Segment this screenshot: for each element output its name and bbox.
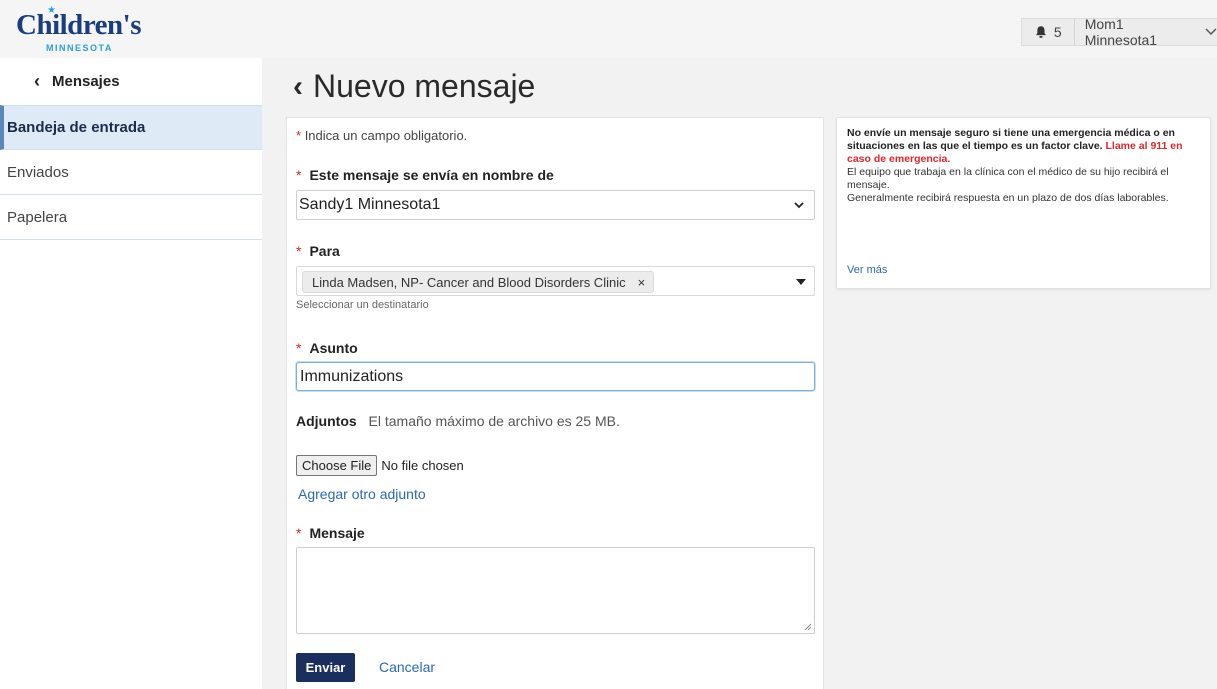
- childrens-minnesota-logo[interactable]: ★ Children's MINNESOTA: [14, 6, 154, 54]
- on-behalf-label-text: Este mensaje se envía en nombre de: [309, 167, 554, 183]
- info-line-team: El equipo que trabaja en la clínica con …: [847, 166, 1169, 191]
- user-menu[interactable]: 5 Mom1 Minnesota1: [1021, 16, 1217, 48]
- page-title: ‹ Nuevo mensaje: [293, 68, 535, 105]
- bell-icon[interactable]: [1034, 25, 1048, 39]
- message-label: * Mensaje: [296, 525, 365, 541]
- on-behalf-label: * Este mensaje se envía en nombre de: [296, 167, 554, 183]
- sidebar-item-bandeja[interactable]: Bandeja de entrada: [0, 105, 262, 150]
- required-note: * Indica un campo obligatorio.: [296, 128, 467, 143]
- resize-handle-icon[interactable]: [804, 623, 812, 631]
- subject-label: * Asunto: [296, 340, 358, 356]
- sidebar: ‹ Mensajes Bandeja de entrada Enviados P…: [0, 58, 262, 689]
- recipient-chip: Linda Madsen, NP- Cancer and Blood Disor…: [302, 271, 655, 293]
- dropdown-caret-icon[interactable]: [796, 279, 806, 285]
- emergency-warning: No envíe un mensaje seguro si tiene una …: [847, 127, 1201, 166]
- required-marker: *: [296, 167, 302, 183]
- notification-count[interactable]: 5: [1054, 24, 1062, 40]
- required-marker: *: [296, 243, 302, 259]
- page-title-text: Nuevo mensaje: [313, 68, 536, 104]
- sidebar-back-label: Mensajes: [52, 72, 120, 90]
- sidebar-item-enviados[interactable]: Enviados: [0, 150, 262, 195]
- logo-subtitle: MINNESOTA: [46, 43, 113, 53]
- attachments-label: Adjuntos: [296, 413, 357, 429]
- recipient-chip-label: Linda Madsen, NP- Cancer and Blood Disor…: [312, 274, 626, 290]
- file-input-row: Choose File No file chosen: [296, 455, 464, 476]
- attachments-row: Adjuntos El tamaño máximo de archivo es …: [296, 413, 620, 429]
- message-form: * Indica un campo obligatorio. * Este men…: [286, 117, 824, 689]
- top-header: ★ Children's MINNESOTA 5 Mom1 Minnesota1: [0, 0, 1217, 58]
- logo-wordmark: Children's: [16, 9, 142, 41]
- subject-label-text: Asunto: [309, 340, 358, 356]
- recipient-select[interactable]: Linda Madsen, NP- Cancer and Blood Disor…: [296, 266, 815, 296]
- required-marker: *: [296, 525, 302, 541]
- user-menu-divider: [1073, 18, 1075, 46]
- on-behalf-value: Sandy1 Minnesota1: [299, 196, 441, 213]
- attachments-max-size: El tamaño máximo de archivo es 25 MB.: [368, 413, 620, 429]
- back-chevron-icon[interactable]: ‹: [293, 71, 303, 102]
- emergency-info-card: No envíe un mensaje seguro si tiene una …: [836, 117, 1211, 289]
- to-label: * Para: [296, 243, 340, 259]
- required-marker: *: [296, 340, 302, 356]
- sidebar-item-papelera[interactable]: Papelera: [0, 195, 262, 240]
- send-button[interactable]: Enviar: [296, 653, 355, 682]
- on-behalf-select[interactable]: Sandy1 Minnesota1: [296, 190, 815, 220]
- sidebar-item-label: Papelera: [7, 208, 68, 226]
- user-name[interactable]: Mom1 Minnesota1: [1085, 16, 1199, 48]
- sidebar-item-label: Bandeja de entrada: [7, 119, 146, 136]
- remove-recipient-icon[interactable]: ×: [638, 275, 646, 290]
- to-label-text: Para: [309, 243, 340, 259]
- required-marker: *: [296, 128, 302, 143]
- chevron-down-icon[interactable]: [1205, 28, 1217, 36]
- message-textarea[interactable]: [296, 547, 815, 634]
- cancel-link[interactable]: Cancelar: [379, 659, 435, 675]
- subject-value: Immunizations: [300, 367, 404, 385]
- add-attachment-link[interactable]: Agregar otro adjunto: [298, 486, 426, 502]
- message-label-text: Mensaje: [309, 525, 365, 541]
- recipient-help-text: Seleccionar un destinatario: [296, 299, 429, 311]
- required-note-text: Indica un campo obligatorio.: [304, 128, 468, 143]
- choose-file-button[interactable]: Choose File: [296, 455, 378, 476]
- chevron-down-icon: [794, 202, 804, 209]
- subject-input[interactable]: Immunizations: [296, 362, 815, 391]
- chevron-left-icon[interactable]: ‹: [34, 71, 40, 92]
- see-more-link[interactable]: Ver más: [847, 264, 887, 277]
- sidebar-back-mensajes[interactable]: ‹ Mensajes: [0, 58, 262, 104]
- file-status-text: No file chosen: [381, 458, 464, 473]
- info-line-response: Generalmente recibirá respuesta en un pl…: [847, 192, 1169, 204]
- sidebar-item-label: Enviados: [7, 163, 69, 181]
